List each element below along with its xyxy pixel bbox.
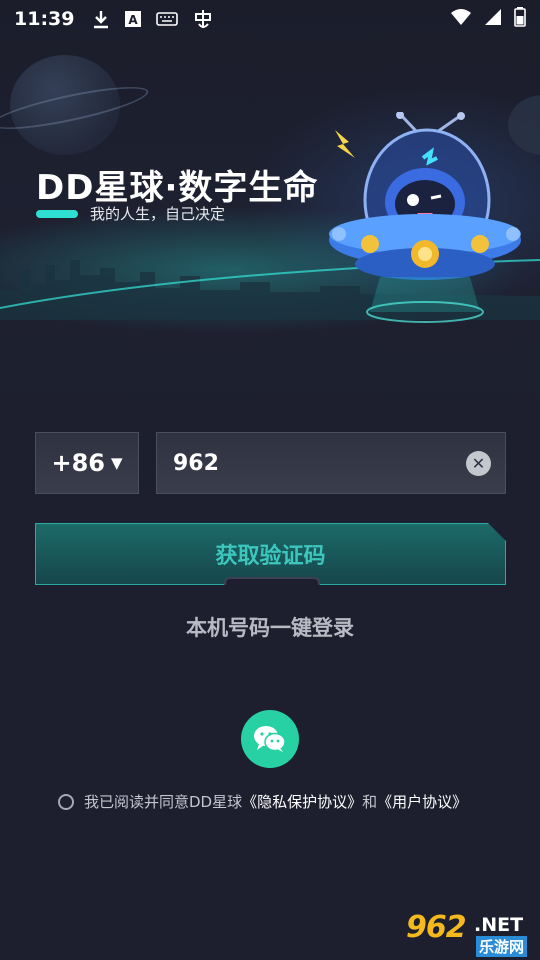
keyboard-icon xyxy=(156,12,179,26)
user-agreement-link[interactable]: 《用户协议》 xyxy=(377,793,467,811)
wechat-login-button[interactable] xyxy=(241,710,299,768)
watermark-net: .NET xyxy=(474,914,524,936)
battery-icon xyxy=(514,6,526,32)
watermark-logo: 962 .NET 乐游网 xyxy=(400,908,538,958)
get-code-button[interactable]: 获取验证码 xyxy=(35,523,506,585)
hero-title: DD星球·数字生命 xyxy=(36,168,319,208)
agreement-row: 我已阅读并同意DD星球《隐私保护协议》和《用户协议》 xyxy=(58,791,488,814)
country-code-value: +86 xyxy=(51,449,105,477)
a-box-icon: A xyxy=(124,10,142,28)
privacy-policy-link[interactable]: 《隐私保护协议》 xyxy=(242,793,362,811)
clear-icon[interactable]: ✕ xyxy=(466,451,491,476)
phone-field: ✕ xyxy=(156,432,506,494)
agreement-text: 我已阅读并同意DD星球《隐私保护协议》和《用户协议》 xyxy=(58,791,488,814)
subtitle-row: 我的人生，自己决定 xyxy=(36,203,225,224)
robot-mascot-illustration xyxy=(329,112,521,323)
status-time: 11:39 xyxy=(14,8,75,30)
agree-radio[interactable] xyxy=(58,794,74,810)
watermark-cn: 乐游网 xyxy=(476,936,528,957)
corner-cut xyxy=(488,523,506,541)
wifi-icon xyxy=(450,8,472,31)
button-tab-decoration xyxy=(224,577,320,585)
phone-row: +86 ▼ ✕ xyxy=(35,432,506,494)
download-icon xyxy=(92,9,110,29)
svg-text:A: A xyxy=(129,13,139,27)
chevron-down-icon: ▼ xyxy=(110,454,123,472)
accent-bar xyxy=(36,209,78,218)
get-code-label: 获取验证码 xyxy=(215,544,326,569)
agreement-and: 和 xyxy=(362,793,378,811)
status-bar: 11:39 A xyxy=(0,0,540,38)
bug-icon xyxy=(192,8,214,30)
wechat-icon xyxy=(254,726,286,752)
agreement-prefix: 我已阅读并同意DD星球 xyxy=(84,793,243,811)
hero-subtitle: 我的人生，自己决定 xyxy=(90,205,226,223)
watermark-number: 962 xyxy=(406,910,467,945)
hero-banner: DD星球·数字生命 我的人生，自己决定 xyxy=(0,0,540,420)
one-click-login-link[interactable]: 本机号码一键登录 xyxy=(0,612,540,642)
signal-icon xyxy=(484,8,502,31)
phone-input[interactable] xyxy=(157,433,505,493)
country-code-select[interactable]: +86 ▼ xyxy=(35,432,139,494)
